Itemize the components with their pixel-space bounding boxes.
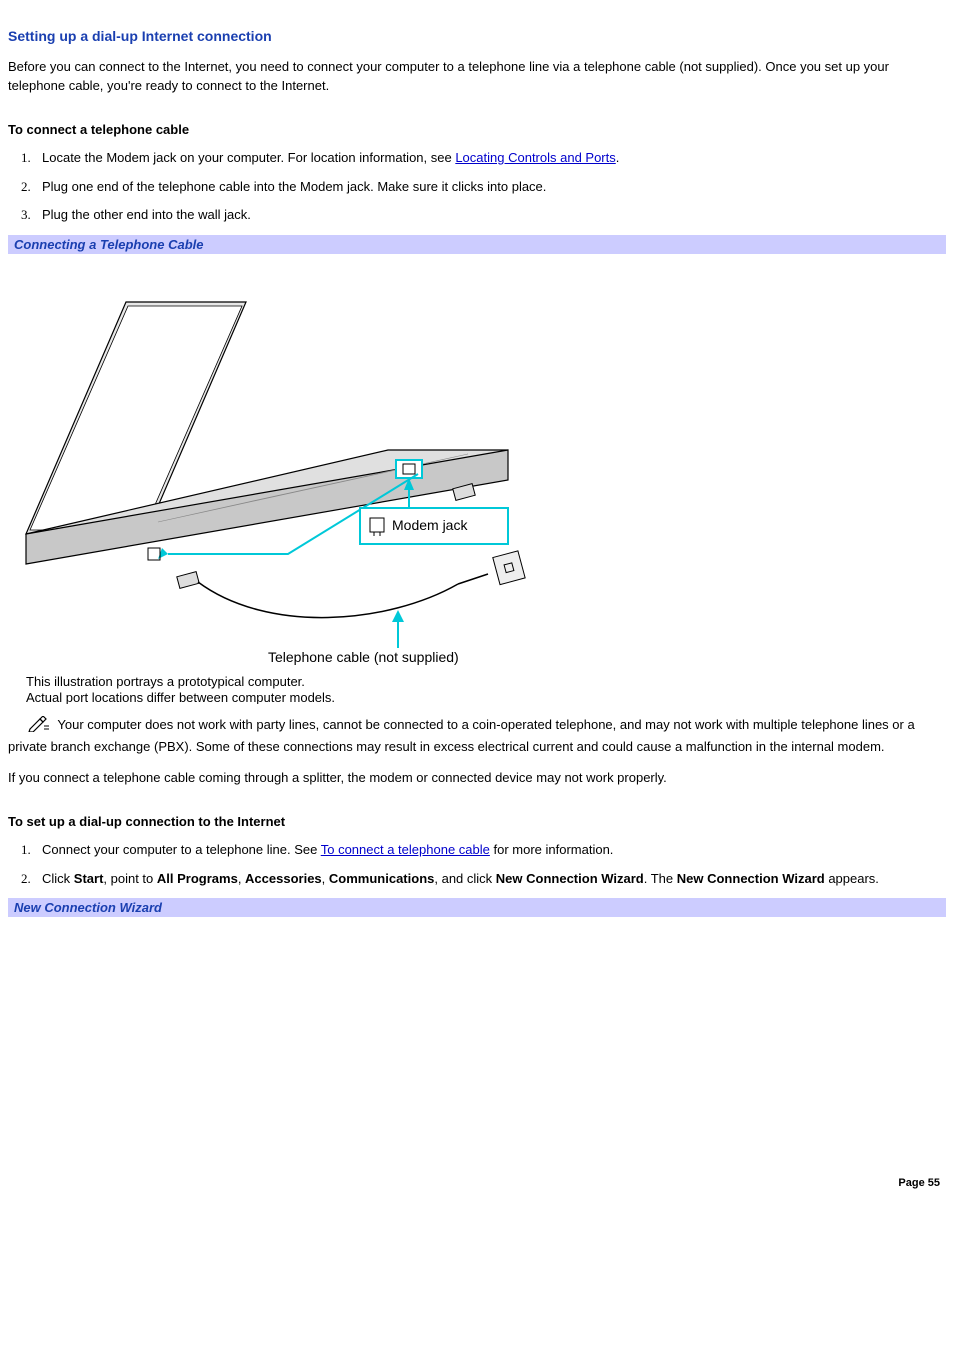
step1-post: . (616, 150, 620, 165)
pencil-icon (28, 716, 54, 738)
figure1-desc1: This illustration portrays a prototypica… (26, 674, 305, 689)
start-label: Start (74, 871, 104, 886)
communications-label: Communications (329, 871, 434, 886)
new-connection-wizard-appears: New Connection Wizard (677, 871, 825, 886)
connect-cable-link[interactable]: To connect a telephone cable (321, 842, 490, 857)
figure1-desc2: Actual port locations differ between com… (26, 690, 335, 704)
section1-title: To connect a telephone cable (8, 122, 946, 137)
note1-paragraph: Your computer does not work with party l… (8, 716, 946, 757)
step2: Plug one end of the telephone cable into… (34, 178, 946, 197)
page-number: Page 55 (8, 1177, 946, 1189)
locating-controls-link[interactable]: Locating Controls and Ports (455, 150, 615, 165)
intro-paragraph: Before you can connect to the Internet, … (8, 58, 946, 96)
figure1-caption: Connecting a Telephone Cable (8, 235, 946, 254)
figure1-illustration: Modem jack Telephone cable (not supplied… (8, 254, 548, 704)
all-programs-label: All Programs (157, 871, 238, 886)
s2-step2: Click Start, point to All Programs, Acce… (34, 870, 946, 889)
splitter-note: If you connect a telephone cable coming … (8, 769, 946, 788)
new-connection-wizard-label: New Connection Wizard (496, 871, 644, 886)
figure1-modem-label: Modem jack (392, 517, 468, 533)
figure1-cable-label: Telephone cable (not supplied) (268, 649, 459, 665)
page-heading: Setting up a dial-up Internet connection (8, 28, 946, 44)
step1-pre: Locate the Modem jack on your computer. … (42, 150, 455, 165)
section2-title: To set up a dial-up connection to the In… (8, 814, 946, 829)
s2-step1-pre: Connect your computer to a telephone lin… (42, 842, 321, 857)
figure2-caption: New Connection Wizard (8, 898, 946, 917)
section2-steps: Connect your computer to a telephone lin… (34, 841, 946, 889)
section1-steps: Locate the Modem jack on your computer. … (34, 149, 946, 226)
s2-step1-post: for more information. (490, 842, 614, 857)
step3: Plug the other end into the wall jack. (34, 206, 946, 225)
accessories-label: Accessories (245, 871, 322, 886)
note1-text: Your computer does not work with party l… (8, 717, 915, 754)
step1: Locate the Modem jack on your computer. … (34, 149, 946, 168)
s2-step1: Connect your computer to a telephone lin… (34, 841, 946, 860)
